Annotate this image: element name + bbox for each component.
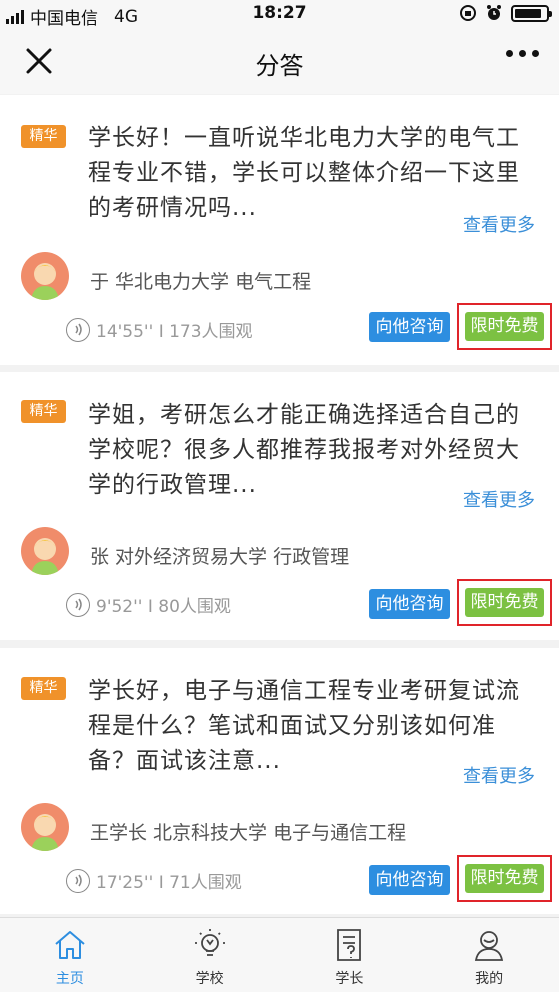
consult-button[interactable]: 向他咨询 [369,589,450,619]
featured-badge: 精华 [21,400,66,423]
question-card[interactable]: 精华 学长好！一直听说华北电力大学的电气工程专业不错，学长可以整体介绍一下这里的… [0,95,559,365]
consult-button[interactable]: 向他咨询 [369,312,450,342]
highlight-box: 限时免费 [457,855,552,902]
listen-stats: 14'55'' I 173人围观 [66,317,253,342]
page-title: 分答 [255,52,304,80]
tab-label: 学校 [195,971,224,987]
highlight-box: 限时免费 [457,303,552,350]
tab-bar: 主页 学校 学长 我的 [0,917,559,992]
rotation-lock-icon [460,5,476,21]
more-options-icon[interactable] [506,50,539,57]
tab-label: 主页 [55,971,84,987]
question-card[interactable]: 精华 学长好，电子与通信工程专业考研复试流程是什么？笔试和面试又分别该如何准备？… [0,648,559,914]
author-info: 王学长 北京科技大学 电子与通信工程 [90,822,407,844]
author-info: 于 华北电力大学 电气工程 [90,271,312,293]
avatar[interactable] [21,252,69,300]
tab-senior[interactable]: 学长 [280,918,420,992]
audio-icon [66,592,90,617]
consult-button[interactable]: 向他咨询 [369,865,450,895]
audio-icon [66,868,90,893]
tab-school[interactable]: 学校 [140,918,280,992]
audio-icon [66,317,90,342]
listen-stats: 17'25'' I 71人围观 [66,868,242,893]
alarm-icon [487,5,501,20]
lightbulb-icon [193,929,226,956]
tab-mine[interactable]: 我的 [419,918,559,992]
view-more-link[interactable]: 查看更多 [463,211,535,237]
stats-text: 9'52'' I 80人围观 [96,597,231,617]
listen-stats: 9'52'' I 80人围观 [66,592,231,617]
avatar[interactable] [21,803,69,851]
stats-text: 17'25'' I 71人围观 [96,873,242,893]
free-listen-button[interactable]: 限时免费 [465,312,544,341]
nav-bar: 分答 [0,28,559,94]
free-listen-button[interactable]: 限时免费 [465,864,544,893]
tab-home[interactable]: 主页 [0,918,140,992]
stats-text: 14'55'' I 173人围观 [96,322,253,342]
user-icon [475,931,504,961]
author-info: 张 对外经济贸易大学 行政管理 [90,546,350,568]
battery-icon [511,4,552,22]
question-doc-icon [337,929,362,961]
view-more-link[interactable]: 查看更多 [463,762,535,788]
tab-label: 我的 [475,971,504,987]
view-more-link[interactable]: 查看更多 [463,486,535,512]
avatar[interactable] [21,527,69,575]
highlight-box: 限时免费 [457,579,552,626]
home-icon [55,931,85,959]
status-bar: 中国电信 4G 18:27 [0,0,559,29]
tab-label: 学长 [335,971,364,987]
featured-badge: 精华 [21,125,66,148]
question-card[interactable]: 精华 学姐，考研怎么才能正确选择适合自己的学校呢？很多人都推荐我报考对外经贸大学… [0,372,559,640]
featured-badge: 精华 [21,677,66,700]
free-listen-button[interactable]: 限时免费 [465,588,544,617]
